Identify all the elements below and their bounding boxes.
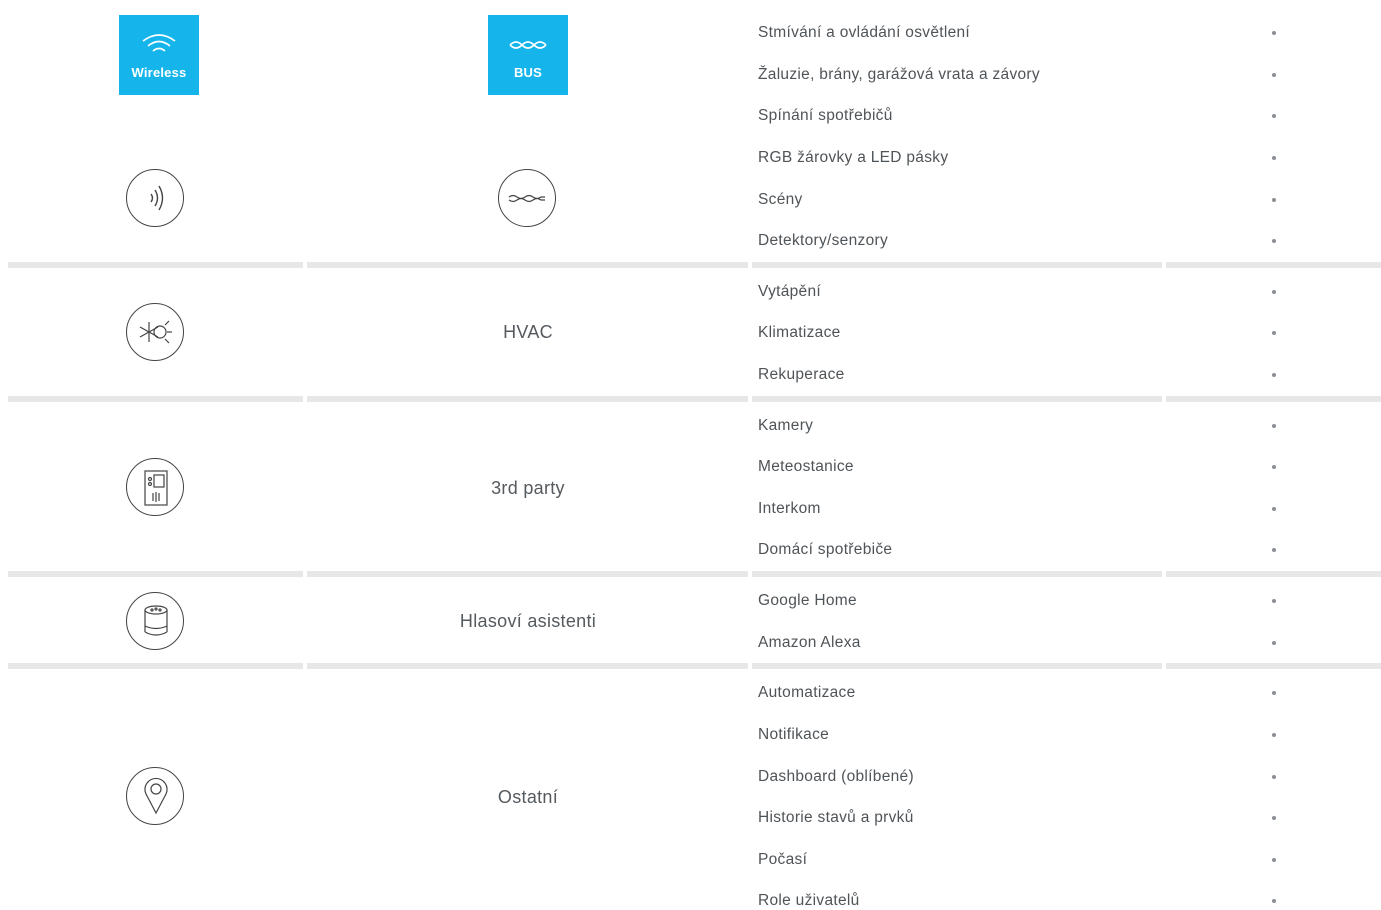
feature-item: Amazon Alexa xyxy=(758,634,861,651)
section-divider xyxy=(0,262,1381,268)
bullet-dot xyxy=(1272,331,1276,335)
section-divider xyxy=(0,571,1381,577)
category-label: Ostatní xyxy=(497,787,559,807)
bullet-dot xyxy=(1272,424,1276,428)
bullet-dot xyxy=(1272,198,1276,202)
bullet-dot xyxy=(1272,73,1276,77)
intercom-icon xyxy=(126,458,184,516)
hvac-icon xyxy=(126,303,184,361)
bullet-dot xyxy=(1272,290,1276,294)
wireless-label: Wireless xyxy=(131,65,187,80)
feature-item: Klimatizace xyxy=(758,324,841,341)
bullet-dot xyxy=(1272,548,1276,552)
feature-item: Stmívání a ovládání osvětlení xyxy=(758,24,971,41)
feature-item: Interkom xyxy=(758,500,821,517)
bus-label: BUS xyxy=(513,65,543,80)
bullet-dot xyxy=(1272,599,1276,603)
feature-item: Dashboard (oblíbené) xyxy=(758,768,914,785)
bus-badge: BUS xyxy=(488,15,568,95)
feature-item: Automatizace xyxy=(758,684,856,701)
feature-item: RGB žárovky a LED pásky xyxy=(758,149,949,166)
bullet-dot xyxy=(1272,816,1276,820)
feature-item: Historie stavů a prvků xyxy=(758,809,914,826)
feature-item: Spínání spotřebičů xyxy=(758,107,893,124)
bullet-dot xyxy=(1272,691,1276,695)
feature-item: Rekuperace xyxy=(758,366,845,383)
feature-item: Meteostanice xyxy=(758,458,854,475)
smart-speaker-icon xyxy=(126,592,184,650)
section-divider xyxy=(0,396,1381,402)
wifi-icon xyxy=(142,34,176,52)
feature-item: Notifikace xyxy=(758,726,830,743)
bullet-dot xyxy=(1272,733,1276,737)
bullet-dot xyxy=(1272,31,1276,35)
category-label: HVAC xyxy=(503,322,553,342)
bus-cable-icon xyxy=(498,169,556,227)
bullet-dot xyxy=(1272,507,1276,511)
feature-item: Google Home xyxy=(758,592,857,609)
section-divider xyxy=(0,663,1381,669)
bullet-dot xyxy=(1272,239,1276,243)
bus-wave-icon xyxy=(509,41,547,49)
bullet-dot xyxy=(1272,775,1276,779)
feature-item: Kamery xyxy=(758,417,814,434)
wireless-badge: Wireless xyxy=(119,15,199,95)
feature-item: Vytápění xyxy=(758,283,822,300)
bullet-dot xyxy=(1272,156,1276,160)
feature-item: Domácí spotřebiče xyxy=(758,541,893,558)
category-label: 3rd party xyxy=(491,478,565,498)
bullet-dot xyxy=(1272,858,1276,862)
bullet-dot xyxy=(1272,899,1276,903)
feature-item: Žaluzie, brány, garážová vrata a závory xyxy=(758,66,1040,83)
feature-item: Počasí xyxy=(758,851,808,868)
feature-item: Scény xyxy=(758,191,803,208)
bullet-dot xyxy=(1272,373,1276,377)
feature-item: Detektory/senzory xyxy=(758,232,889,249)
bullet-dot xyxy=(1272,114,1276,118)
category-label: Hlasoví asistenti xyxy=(459,611,597,631)
bullet-dot xyxy=(1272,641,1276,645)
bullet-dot xyxy=(1272,465,1276,469)
location-pin-icon xyxy=(126,767,184,825)
feature-item: Role uživatelů xyxy=(758,892,860,909)
signal-icon xyxy=(126,169,184,227)
